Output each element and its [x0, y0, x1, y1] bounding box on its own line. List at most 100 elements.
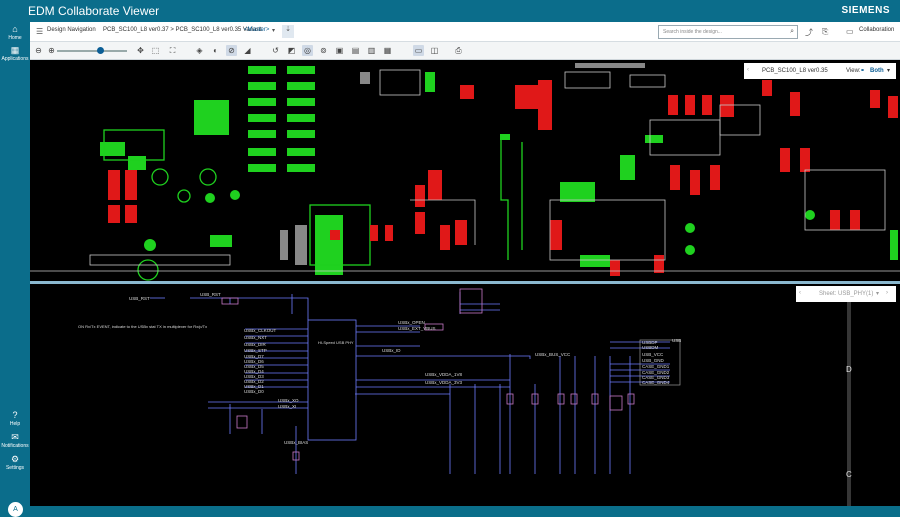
split-horizontal-icon[interactable]: ▭ — [413, 45, 424, 56]
net-label[interactable]: USBx_OPEN — [398, 320, 425, 325]
chevron-right-icon[interactable]: › — [886, 290, 888, 296]
document-icon[interactable]: ▦ — [382, 45, 393, 56]
layer-view-icon[interactable]: ◎ — [302, 45, 313, 56]
search-input[interactable]: Search inside the design... ⌕ — [658, 25, 798, 39]
rail-settings[interactable]: ⚙ Settings — [0, 454, 30, 471]
avatar[interactable]: A — [8, 502, 23, 517]
split-vertical-icon[interactable]: ◫ — [429, 45, 440, 56]
cross-probe-icon[interactable]: ⊘ — [226, 45, 237, 56]
collaboration-button[interactable]: Collaboration — [859, 27, 894, 33]
view-select[interactable]: Both — [870, 68, 884, 74]
menu-icon[interactable]: ☰ — [36, 27, 43, 36]
zoom-out-icon[interactable]: ⊖ — [33, 45, 44, 56]
rail-notifications[interactable]: ✉ Notifications — [0, 432, 30, 449]
rail-notifications-label: Notifications — [1, 443, 29, 449]
net-label[interactable]: USB — [672, 338, 681, 343]
net-label[interactable]: USBx_VDDA_3V3 — [425, 380, 463, 385]
report-icon[interactable]: ▥ — [366, 45, 377, 56]
net-label[interactable]: USBx_DIR — [244, 342, 267, 347]
net-label[interactable]: USBx_BIAS — [284, 440, 308, 445]
select-icon[interactable]: ◈ — [194, 45, 205, 56]
pcb-view-popup: ‹ PCB_SC100_L8 ver0.35 View: ⚭ Both ▾ — [744, 63, 896, 79]
sheet-label: Sheet: — [819, 291, 837, 297]
net-label[interactable]: USBx_BUS_VCC — [535, 352, 571, 357]
help-icon: ? — [12, 410, 18, 420]
left-rail: ⌂ Home ▦ Applications ? Help ✉ Notificat… — [0, 22, 30, 517]
view-label: View: — [846, 68, 861, 74]
rail-help[interactable]: ? Help — [0, 410, 30, 427]
measure-icon[interactable]: ◢ — [242, 45, 253, 56]
net-label[interactable]: USBx_XO — [278, 398, 299, 403]
net-label[interactable]: USBx_ID — [382, 348, 401, 353]
schematic-canvas[interactable]: USB_RST USB_RST USBx_CLKOUT USBx_NXT USB… — [30, 284, 900, 506]
view-mode-icon: ⚭ — [860, 68, 866, 74]
search-placeholder: Search inside the design... — [663, 29, 722, 35]
share-icon[interactable]: ⤴ — [805, 27, 813, 38]
fit-icon[interactable]: ⬚ — [150, 45, 161, 56]
export-icon[interactable]: ⎘ — [822, 27, 828, 37]
component-icon[interactable]: ▣ — [334, 45, 345, 56]
net-label[interactable]: USBx_VDDA_1V8 — [425, 372, 463, 377]
brand-logo: SIEMENS — [841, 5, 890, 16]
pcb-canvas[interactable] — [30, 60, 900, 281]
variant-select[interactable]: <Master> — [244, 27, 269, 33]
net-label[interactable]: CASE_GND4 — [642, 380, 670, 385]
design-navigation-label[interactable]: Design Navigation — [47, 27, 96, 33]
search-icon[interactable]: ⌕ — [790, 28, 794, 36]
home-icon: ⌂ — [12, 24, 18, 34]
layers-icon[interactable]: ⇣ — [282, 25, 294, 38]
viewer-toolbar: ⊖ ⊕ ✥ ⬚ ⛶ ◈ ◐ ⊘ ◢ ↺ ◩ ◎ ⊚ ▣ ▤ ▥ ▦ ▭ ◫ ⎙ — [30, 42, 900, 60]
print-icon[interactable]: ⎙ — [453, 45, 464, 56]
net-label[interactable]: USBx_XI — [278, 404, 296, 409]
zoom-in-icon[interactable]: ⊕ — [46, 45, 57, 56]
rail-applications-label: Applications — [1, 56, 29, 62]
rail-settings-label: Settings — [5, 465, 25, 471]
net-label[interactable]: USBx_D0 — [244, 389, 264, 394]
sheet-zone-letter: D — [846, 365, 852, 374]
app-title: EDM Collaborate Viewer — [28, 4, 160, 18]
bell-icon: ✉ — [11, 432, 19, 442]
net-label[interactable]: USB_RST — [129, 296, 150, 301]
sheet-select[interactable]: USB_PHY(1) — [838, 291, 873, 297]
comment-icon[interactable]: ▭ — [846, 27, 854, 36]
sheet-selector-popup: ‹ Sheet: USB_PHY(1) ▾ › — [796, 286, 896, 302]
net-label[interactable]: USBx_STP — [244, 348, 267, 353]
pan-icon[interactable]: ✥ — [135, 45, 146, 56]
schematic-view[interactable]: USB_RST USB_RST USBx_CLKOUT USBx_NXT USB… — [30, 284, 900, 506]
net-label[interactable]: USBx_NXT — [244, 335, 267, 340]
net-label[interactable]: USB_RST — [200, 292, 221, 297]
sheet-zone-letter: C — [846, 470, 852, 479]
title-bar: EDM Collaborate Viewer SIEMENS — [0, 0, 900, 22]
design-path[interactable]: PCB_SC100_L8 ver0.37 > PCB_SC100_L8 ver0… — [103, 27, 263, 33]
collapse-icon[interactable]: ‹ — [747, 67, 749, 73]
rail-help-label: Help — [9, 421, 21, 427]
net-label[interactable]: CASE_GND1 — [642, 364, 670, 369]
design-navigation-bar: ☰ Design Navigation PCB_SC100_L8 ver0.37… — [30, 22, 900, 42]
net-label[interactable]: USB_GND — [642, 358, 665, 363]
chevron-down-icon[interactable]: ▾ — [876, 290, 879, 297]
net-label[interactable]: USBDM — [642, 345, 659, 350]
schematic-note: ON Rx/Tx EVENT, indicate to the USBx sta… — [78, 324, 207, 329]
reset-icon[interactable]: ↺ — [270, 45, 281, 56]
pcb-design-name[interactable]: PCB_SC100_L8 ver0.35 — [762, 68, 828, 74]
zoom-slider[interactable] — [57, 47, 127, 54]
rail-home-label: Home — [8, 35, 22, 41]
collapse-icon[interactable]: ‹ — [799, 290, 801, 296]
gear-icon: ⚙ — [10, 454, 20, 464]
net-label[interactable]: USBx_CLKOUT — [244, 328, 277, 333]
chevron-down-icon[interactable]: ▾ — [887, 67, 890, 74]
rail-home[interactable]: ⌂ Home — [0, 24, 30, 41]
net-label[interactable]: USBx_EXT_VBUS — [398, 326, 436, 331]
chip-label[interactable]: HI-Speed USB PHY — [318, 340, 354, 345]
net-label[interactable]: USB_VCC — [642, 352, 664, 357]
net-icon[interactable]: ⊚ — [318, 45, 329, 56]
fullscreen-icon[interactable]: ⛶ — [167, 45, 178, 56]
highlight-icon[interactable]: ◐ — [210, 45, 221, 56]
grid-icon: ▦ — [10, 45, 20, 55]
flip-icon[interactable]: ◩ — [286, 45, 297, 56]
properties-icon[interactable]: ▤ — [350, 45, 361, 56]
rail-applications[interactable]: ▦ Applications — [0, 45, 30, 62]
chevron-down-icon[interactable]: ▾ — [272, 27, 275, 34]
pcb-layout-view[interactable]: ‹ PCB_SC100_L8 ver0.35 View: ⚭ Both ▾ — [30, 60, 900, 281]
zoom-slider-thumb[interactable] — [97, 47, 104, 54]
